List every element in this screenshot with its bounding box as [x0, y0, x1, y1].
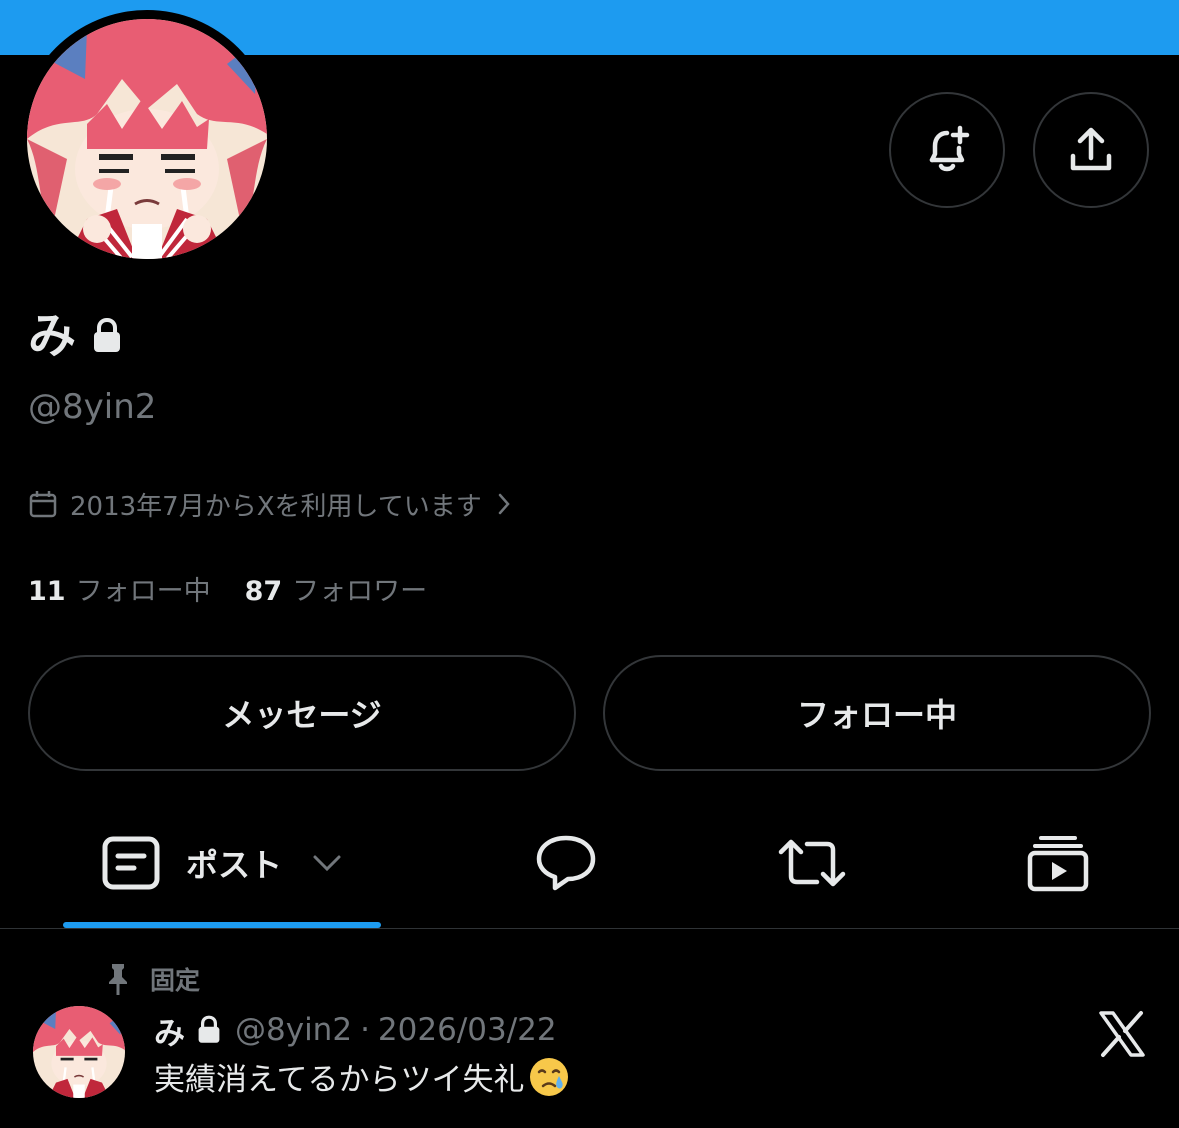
following-button[interactable]: フォロー中: [603, 655, 1151, 771]
profile-display-name: み: [28, 304, 122, 368]
post-separator: ·: [360, 1012, 370, 1048]
following-label: フォロー中: [75, 575, 211, 607]
joined-date-row[interactable]: 2013年7月からXを利用しています: [28, 484, 512, 524]
tab-videos[interactable]: [1002, 800, 1114, 926]
x-logo-icon[interactable]: [1097, 1009, 1147, 1059]
post-avatar-image: [33, 1006, 125, 1098]
avatar-image: [27, 19, 267, 259]
post-date[interactable]: 2026/03/22: [378, 1012, 557, 1048]
post-author-avatar[interactable]: [33, 1006, 125, 1098]
chevron-down-icon[interactable]: [312, 853, 342, 873]
notify-button[interactable]: [889, 92, 1005, 208]
post-author-handle[interactable]: @8yin2: [235, 1012, 352, 1048]
followers-stat[interactable]: 87 フォロワー: [245, 569, 428, 608]
post-author-name[interactable]: み: [154, 1008, 185, 1053]
calendar-icon: [29, 491, 57, 518]
joined-text: 2013年7月からXを利用しています: [70, 491, 482, 522]
post-body: 実績消えてるからツイ失礼: [154, 1062, 525, 1098]
pinned-label: 固定: [150, 966, 201, 995]
tab-reposts[interactable]: [756, 800, 868, 926]
share-icon: [1070, 127, 1112, 171]
tabs-divider: [0, 928, 1179, 929]
pinned-indicator: 固定: [106, 960, 200, 998]
reposts-icon: [778, 839, 846, 887]
pin-icon: [109, 964, 127, 995]
posts-icon: [102, 836, 160, 890]
avatar[interactable]: [27, 19, 267, 259]
tab-replies[interactable]: [510, 800, 622, 926]
post-text: 実績消えてるからツイ失礼: [154, 1056, 570, 1103]
replies-icon: [536, 835, 596, 891]
bell-plus-icon: [929, 125, 970, 172]
profile-tabs: ポスト: [0, 800, 1179, 928]
follow-stats: 11 フォロー中 87 フォロワー: [28, 568, 427, 608]
followers-count: 87: [244, 575, 283, 607]
tab-posts[interactable]: ポスト: [63, 800, 381, 926]
post-header: み @8yin2 · 2026/03/22: [154, 1008, 557, 1052]
tab-posts-label: ポスト: [185, 846, 282, 884]
message-button[interactable]: メッセージ: [28, 655, 576, 771]
crying-face-emoji: [530, 1058, 569, 1096]
message-button-label: メッセージ: [222, 696, 382, 734]
lock-icon: [198, 1015, 220, 1043]
following-count: 11: [28, 575, 66, 607]
display-name-text: み: [28, 308, 77, 364]
following-stat[interactable]: 11 フォロー中: [28, 569, 211, 608]
lock-icon: [94, 318, 121, 352]
followers-label: フォロワー: [292, 575, 428, 607]
following-button-label: フォロー中: [796, 696, 957, 734]
chevron-right-icon: [498, 493, 510, 515]
profile-handle: @8yin2: [28, 387, 157, 427]
share-button[interactable]: [1033, 92, 1149, 208]
x-logo-svg: [1099, 1011, 1145, 1057]
videos-icon: [1027, 836, 1089, 892]
